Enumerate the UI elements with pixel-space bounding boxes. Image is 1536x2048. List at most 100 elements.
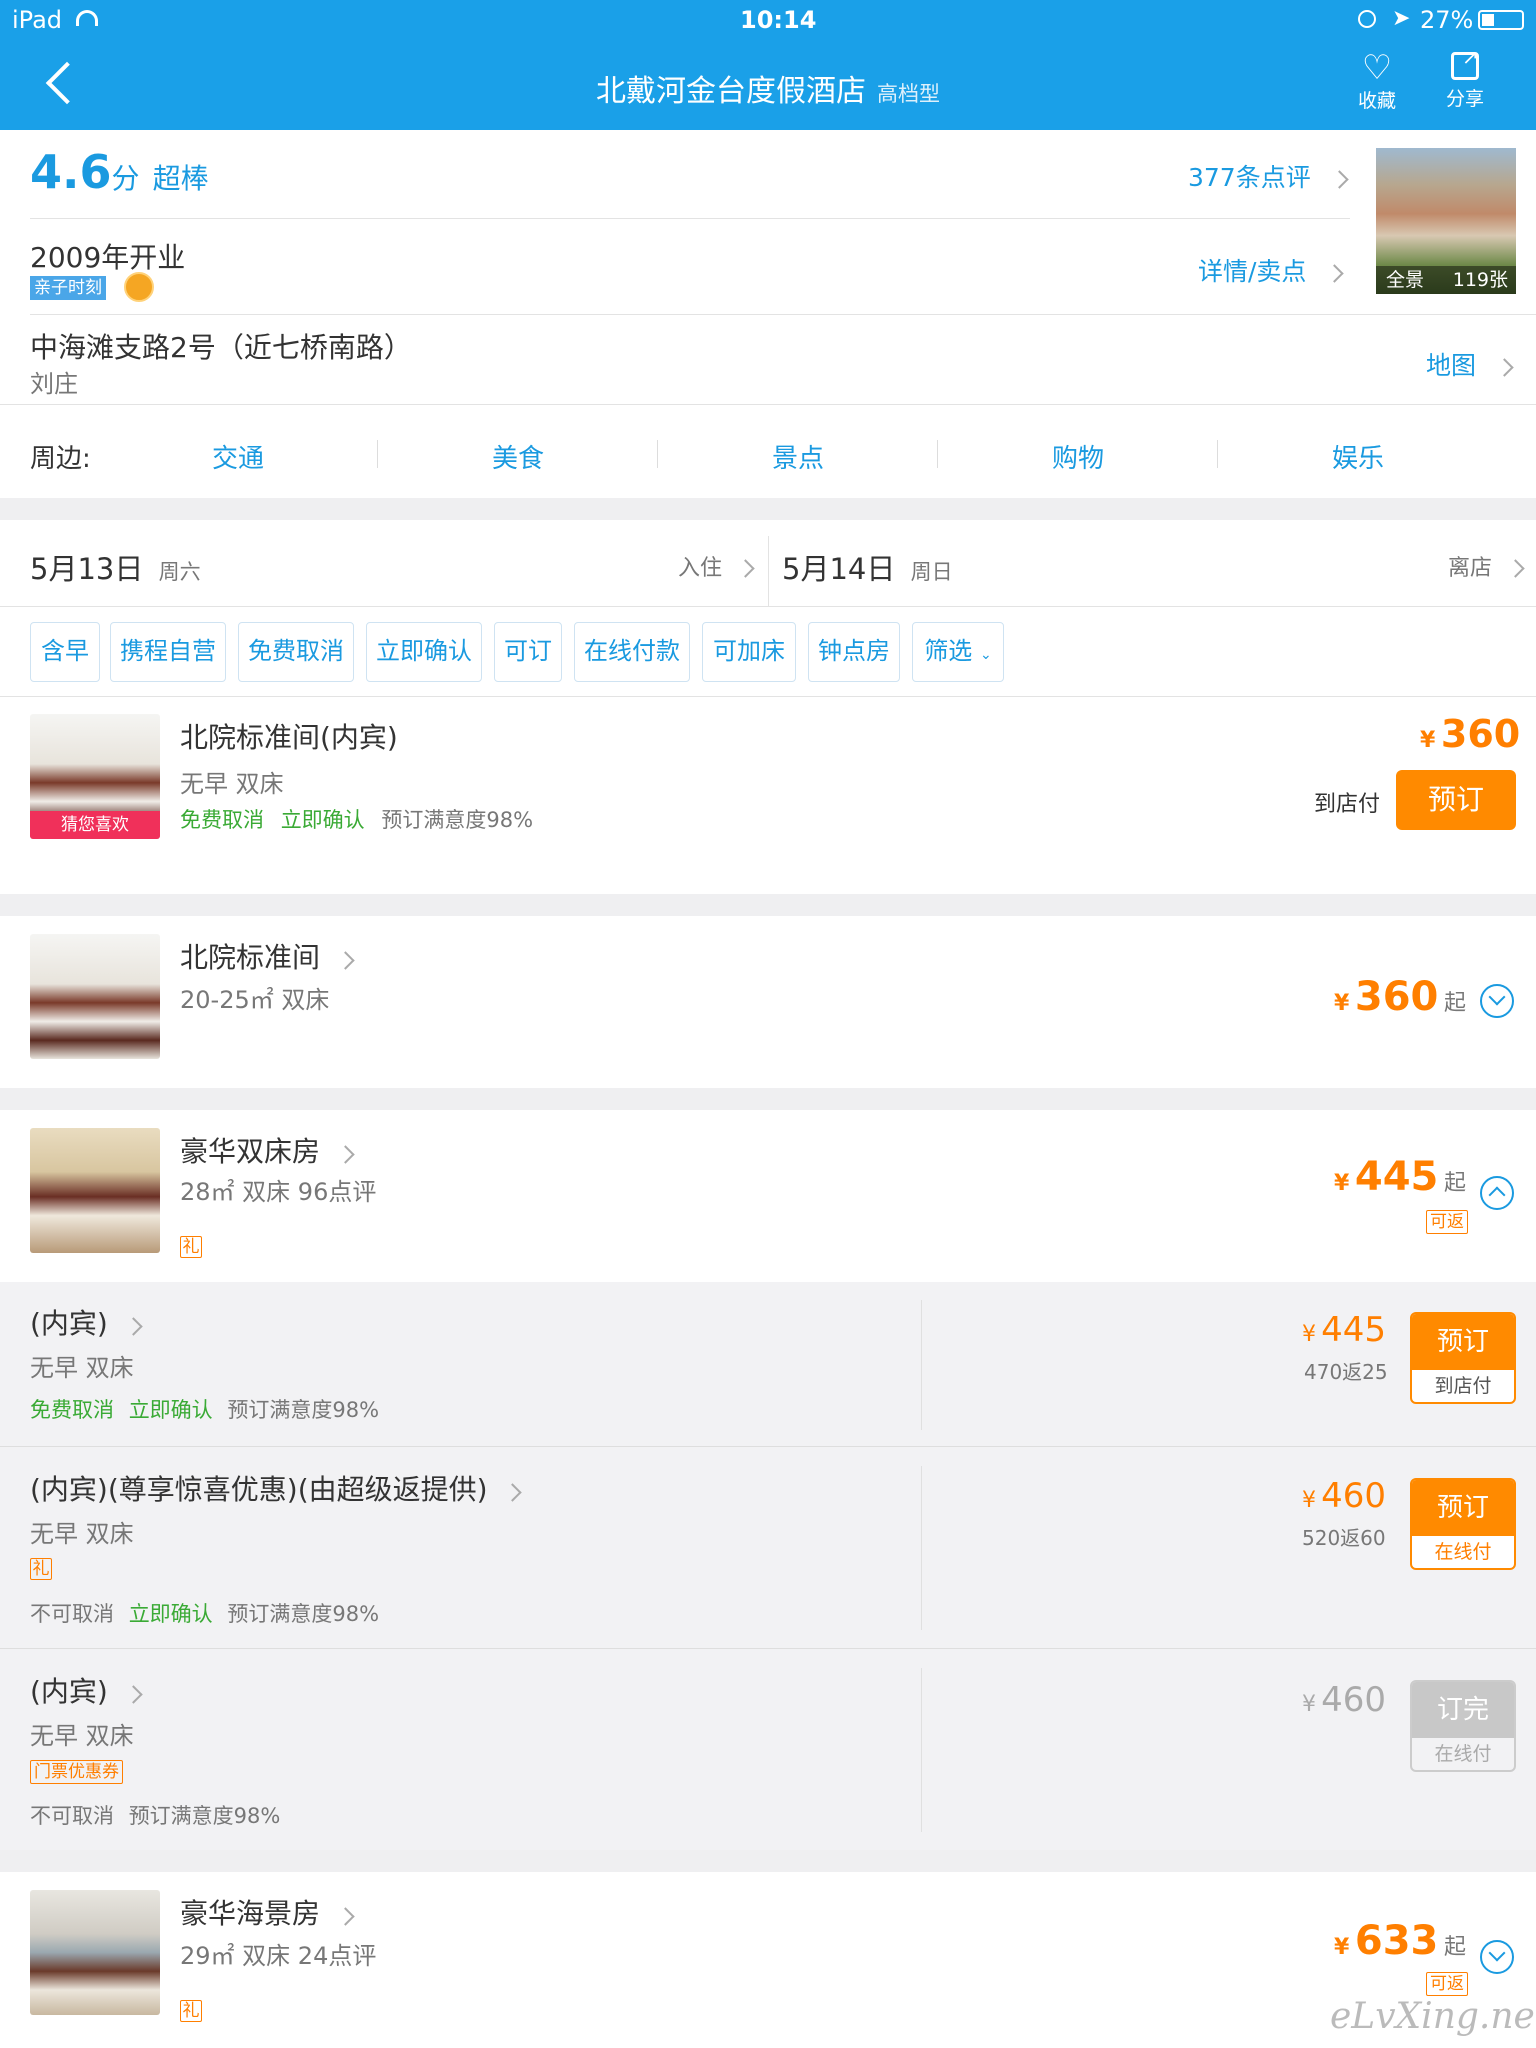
location-icon: ➤ [1392, 6, 1411, 31]
tag-instant-confirm: 立即确认 [280, 808, 365, 832]
checkout-label-wrap[interactable]: 离店 [1448, 550, 1525, 582]
details-label: 详情/卖点 [1198, 257, 1307, 286]
pay-method: 在线付 [1434, 1743, 1492, 1765]
nearby-shopping[interactable]: 购物 [1022, 438, 1134, 475]
nearby-transport[interactable]: 交通 [182, 438, 294, 475]
filter-breakfast[interactable]: 含早 [30, 622, 100, 682]
rebate-tag: 可返 [1426, 1210, 1468, 1234]
filter-online-pay[interactable]: 在线付款 [574, 622, 690, 682]
room-thumbnail[interactable] [30, 1890, 160, 2015]
divider [30, 314, 1536, 315]
offer-title[interactable]: (内宾) [30, 1670, 143, 1710]
divider [768, 536, 769, 606]
book-button[interactable]: 预订 到店付 [1410, 1312, 1516, 1404]
filter-extra-bed[interactable]: 可加床 [702, 622, 796, 682]
room-name: 豪华双床房 [180, 1135, 321, 1168]
offer-title[interactable]: (内宾)(尊享惊喜优惠)(由超级返提供) [30, 1468, 523, 1508]
currency: ¥ [1302, 1488, 1316, 1513]
share-label: 分享 [1445, 88, 1484, 110]
offer-rebate: 470返25 [1304, 1360, 1388, 1384]
price-value: 460 [1321, 1476, 1386, 1516]
divider [921, 1466, 922, 1630]
book-button[interactable]: 预订 [1396, 770, 1516, 830]
expand-icon[interactable] [1480, 984, 1514, 1018]
room-desc: 20-25㎡ 双床 [180, 986, 330, 1014]
price-value: 445 [1321, 1310, 1386, 1350]
chevron-right-icon [1495, 358, 1514, 377]
checkout-label: 离店 [1448, 556, 1493, 581]
checkin-date-picker[interactable]: 5月13日 周六 [30, 546, 201, 588]
offer-title[interactable]: (内宾) [30, 1302, 143, 1342]
chevron-right-icon [1506, 559, 1525, 578]
hotel-photo[interactable]: 全景 119张 [1376, 148, 1516, 294]
featured-price: ¥ 360 [1420, 712, 1520, 756]
pay-method: 到店付 [1434, 1375, 1492, 1397]
share-button[interactable]: ↗ 分享 [1440, 45, 1490, 111]
room-price: ¥ 633 起 [1334, 1918, 1466, 1964]
photo-label: 全景 [1386, 269, 1425, 291]
filter-available[interactable]: 可订 [494, 622, 562, 682]
hotel-title: 北戴河金台度假酒店 [595, 74, 866, 109]
offer-rebate: 520返60 [1302, 1526, 1386, 1550]
pay-method: 在线付 [1434, 1541, 1492, 1563]
hotel-grade: 高档型 [877, 82, 941, 106]
favorite-label: 收藏 [1357, 90, 1396, 112]
room-tags: 免费取消 立即确认 预订满意度98% [180, 804, 533, 834]
currency: ¥ [1420, 728, 1436, 753]
tag-non-cancel: 不可取消 [30, 1602, 114, 1626]
room-thumbnail[interactable] [30, 934, 160, 1059]
price-suffix: 起 [1443, 991, 1466, 1016]
checkin-label: 入住 [678, 556, 723, 581]
price-suffix: 起 [1443, 1171, 1466, 1196]
offer-desc: 无早 双床 [30, 1354, 134, 1382]
satisfaction-rate: 预订满意度98% [128, 1804, 281, 1828]
map-link[interactable]: 地图 [1426, 346, 1514, 382]
checkout-date: 5月14日 [782, 552, 896, 586]
gift-tag: 礼 [180, 1236, 202, 1258]
guess-you-like-badge: 猜您喜欢 [30, 811, 160, 839]
expand-icon[interactable] [1480, 1940, 1514, 1974]
nearby-label: 周边: [30, 444, 91, 474]
divider [921, 1300, 922, 1430]
checkout-weekday: 周日 [910, 560, 953, 584]
checkin-label-wrap[interactable]: 入住 [678, 550, 755, 582]
clock: 10:14 [740, 6, 817, 34]
checkout-date-picker[interactable]: 5月14日 周日 [782, 546, 953, 588]
lock-rotation-icon [1358, 10, 1376, 28]
reviews-count: 377条点评 [1188, 163, 1311, 192]
book-button[interactable]: 预订 在线付 [1410, 1478, 1516, 1570]
divider [0, 696, 1536, 697]
room-thumbnail[interactable] [30, 1128, 160, 1253]
share-icon: ↗ [1451, 45, 1479, 80]
reviews-link[interactable]: 377条点评 [1188, 158, 1349, 194]
filter-ctrip-direct[interactable]: 携程自营 [110, 622, 226, 682]
favorite-button[interactable]: ♡ 收藏 [1352, 50, 1402, 113]
filter-more-button[interactable]: 筛选 ⌄ [912, 622, 1004, 682]
nearby-sights[interactable]: 景点 [742, 438, 854, 475]
nearby-entertainment[interactable]: 娱乐 [1302, 438, 1414, 475]
satisfaction-rate: 预订满意度98% [381, 808, 534, 832]
coupon-tag: 门票优惠券 [30, 1760, 123, 1784]
filter-free-cancel[interactable]: 免费取消 [238, 622, 354, 682]
filter-instant-confirm[interactable]: 立即确认 [366, 622, 482, 682]
map-label: 地图 [1426, 351, 1477, 380]
satisfaction-rate: 预订满意度98% [227, 1398, 380, 1422]
collapse-icon[interactable] [1480, 1176, 1514, 1210]
chevron-right-icon [124, 1317, 143, 1336]
nav-bar: 北戴河金台度假酒店 高档型 ♡ 收藏 ↗ 分享 [0, 40, 1536, 130]
room-thumbnail[interactable]: 猜您喜欢 [30, 714, 160, 839]
details-link[interactable]: 详情/卖点 [1198, 252, 1345, 288]
rating: 4.6分 超棒 [30, 145, 209, 199]
filter-hourly[interactable]: 钟点房 [808, 622, 900, 682]
nearby-food[interactable]: 美食 [462, 438, 574, 475]
divider [377, 440, 378, 468]
chevron-right-icon [736, 559, 755, 578]
divider [0, 404, 1536, 405]
currency: ¥ [1334, 1935, 1350, 1960]
room-name: 北院标准间(内宾) [180, 721, 398, 754]
currency: ¥ [1334, 1171, 1350, 1196]
hotel-area: 刘庄 [30, 370, 78, 398]
battery-icon [1478, 10, 1524, 30]
filter-more-label: 筛选 [924, 637, 973, 665]
divider [921, 1668, 922, 1832]
